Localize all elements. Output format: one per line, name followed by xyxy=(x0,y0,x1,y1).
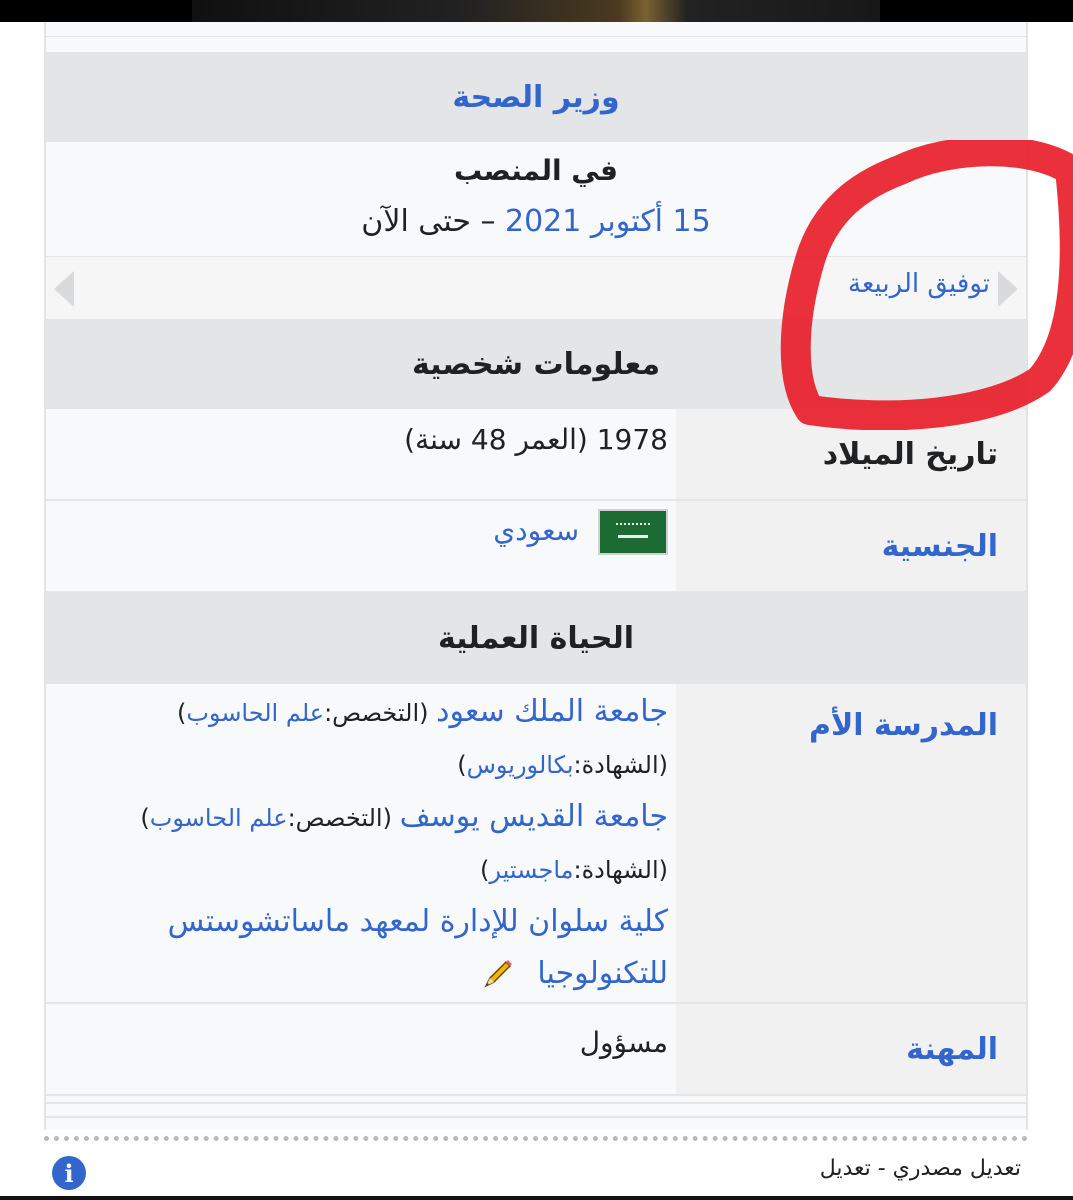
school-link-continued[interactable]: للتكنولوجيا xyxy=(537,956,668,991)
alma-mater-label[interactable]: المدرسة الأم xyxy=(676,684,1026,1002)
arrow-right-icon[interactable] xyxy=(998,271,1018,307)
degree-prefix: (الشهادة: xyxy=(573,751,668,779)
predecessor-link[interactable]: توفيق الربيعة xyxy=(848,269,990,299)
infobox: وزير الصحة في المنصب 15 أكتوبر 2021 – حت… xyxy=(44,22,1028,1130)
nationality-row: الجنسية سعودي xyxy=(46,501,1026,593)
degree-line: (الشهادة:بكالوريوس) xyxy=(56,739,668,791)
spec-prefix: (التخصص: xyxy=(287,804,400,832)
personal-info-band: معلومات شخصية xyxy=(46,319,1026,409)
flag-icon[interactable] xyxy=(598,509,668,555)
birth-value: 1978 (العمر 48 سنة) xyxy=(46,409,676,499)
alma-mater-row: المدرسة الأم جامعة الملك سعود (التخصص:عل… xyxy=(46,684,1026,1004)
office-end: – حتى الآن xyxy=(361,204,505,239)
office-heading: في المنصب xyxy=(454,154,618,187)
nationality-label[interactable]: الجنسية xyxy=(676,501,1026,591)
occupation-value: مسؤول xyxy=(46,1004,676,1094)
spec-link[interactable]: علم الحاسوب xyxy=(186,699,324,727)
spec-suffix: ) xyxy=(176,699,187,727)
degree-suffix: ) xyxy=(480,856,490,884)
birth-row: تاريخ الميلاد 1978 (العمر 48 سنة) xyxy=(46,409,1026,501)
infobox-bottom-border xyxy=(46,1102,1026,1118)
personal-info-heading: معلومات شخصية xyxy=(411,346,661,382)
education-entry-continued: للتكنولوجيا xyxy=(56,948,668,1000)
spec-suffix: ) xyxy=(140,804,150,832)
arrow-left-icon[interactable] xyxy=(54,271,74,307)
degree-suffix: ) xyxy=(457,751,467,779)
degree-line: (الشهادة:ماجستير) xyxy=(56,844,668,896)
bottom-black-bar xyxy=(0,1196,1073,1200)
alma-mater-values: جامعة الملك سعود (التخصص:علم الحاسوب) (ا… xyxy=(46,684,676,1002)
position-title-band: وزير الصحة xyxy=(46,52,1026,142)
education-entry: كلية سلوان للإدارة لمعهد ماساتشوستس xyxy=(56,896,668,948)
education-entry: جامعة الملك سعود (التخصص:علم الحاسوب) xyxy=(56,686,668,739)
spec-prefix: (التخصص: xyxy=(324,699,437,727)
office-block: في المنصب 15 أكتوبر 2021 – حتى الآن xyxy=(46,142,1026,254)
career-heading: الحياة العملية xyxy=(437,620,635,656)
birth-label: تاريخ الميلاد xyxy=(676,409,1026,499)
occupation-row: المهنة مسؤول xyxy=(46,1004,1026,1096)
career-band: الحياة العملية xyxy=(46,592,1026,684)
degree-prefix: (الشهادة: xyxy=(573,856,668,884)
school-link[interactable]: جامعة القديس يوسف xyxy=(400,799,668,834)
education-entry: جامعة القديس يوسف (التخصص:علم الحاسوب) xyxy=(56,791,668,844)
edit-links[interactable]: تعديل مصدري - تعديل xyxy=(820,1156,1021,1181)
degree-link[interactable]: بكالوريوس xyxy=(467,751,574,779)
dotted-divider xyxy=(44,1136,1028,1141)
nationality-value-cell: سعودي xyxy=(46,501,676,591)
school-link[interactable]: كلية سلوان للإدارة لمعهد ماساتشوستس xyxy=(168,904,668,939)
school-link[interactable]: جامعة الملك سعود xyxy=(436,694,668,729)
occupation-label[interactable]: المهنة xyxy=(676,1004,1026,1094)
degree-link[interactable]: ماجستير xyxy=(489,856,573,884)
pencil-icon[interactable] xyxy=(480,958,514,992)
office-dates: 15 أكتوبر 2021 – حتى الآن xyxy=(46,204,1026,239)
info-icon[interactable]: i xyxy=(52,1156,86,1190)
nationality-value-link[interactable]: سعودي xyxy=(493,514,579,547)
spec-link[interactable]: علم الحاسوب xyxy=(150,804,288,832)
position-title-link[interactable]: وزير الصحة xyxy=(452,80,619,115)
office-start-link[interactable]: 15 أكتوبر 2021 xyxy=(505,204,711,239)
succession-box: توفيق الربيعة xyxy=(46,256,1026,320)
